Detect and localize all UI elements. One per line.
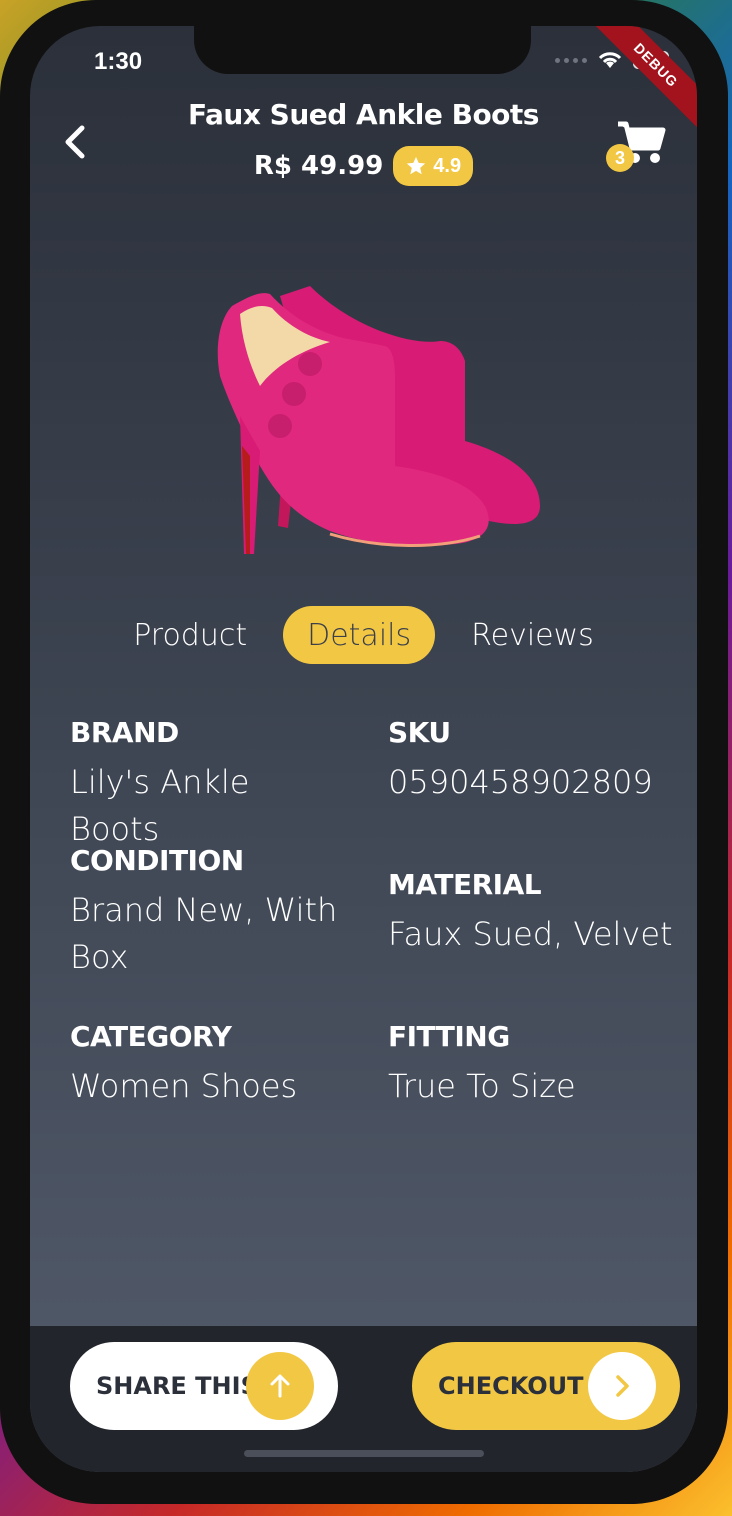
fitting-value: True To Size <box>388 1067 576 1105</box>
condition-value: Brand New, With Box <box>70 891 338 976</box>
category-label: CATEGORY <box>70 1020 232 1053</box>
tab-details[interactable]: Details <box>283 606 436 664</box>
chevron-right-icon <box>616 1375 629 1397</box>
product-title: Faux Sued Ankle Boots <box>188 98 539 131</box>
rating-badge: 4.9 <box>393 146 474 186</box>
checkout-button[interactable]: CHECKOUT <box>412 1342 680 1430</box>
sku-value: 0590458902809 <box>388 763 653 801</box>
material-value: Faux Sued, Velvet <box>388 915 673 953</box>
home-indicator <box>244 1450 484 1457</box>
fitting-label: FITTING <box>388 1020 510 1053</box>
star-icon <box>407 156 426 175</box>
category-value: Women Shoes <box>70 1067 298 1105</box>
checkout-circle <box>588 1352 656 1420</box>
detail-sku: SKU 0590458902809 <box>388 716 678 806</box>
wifi-icon <box>598 52 622 68</box>
share-circle <box>246 1352 314 1420</box>
tab-bar: Product Details Reviews <box>30 606 697 664</box>
signal-icon <box>555 57 587 63</box>
brand-label: BRAND <box>70 716 179 749</box>
tab-reviews[interactable]: Reviews <box>453 606 612 664</box>
material-label: MATERIAL <box>388 868 542 901</box>
product-price: R$ 49.99 <box>253 151 384 181</box>
detail-fitting: FITTING True To Size <box>388 1020 678 1110</box>
arrow-up-icon <box>270 1374 290 1398</box>
notch <box>194 26 531 74</box>
detail-category: CATEGORY Women Shoes <box>70 1020 340 1110</box>
brand-value: Lily's Ankle Boots <box>70 763 250 848</box>
detail-condition: CONDITION Brand New, With Box <box>70 844 340 981</box>
condition-label: CONDITION <box>70 844 244 877</box>
status-time: 1:30 <box>94 48 143 75</box>
cart-count-badge: 3 <box>606 144 634 172</box>
bottom-action-bar: SHARE THIS CHECKOUT <box>30 1326 697 1472</box>
app-screen: 1:30 DEBUG Faux Sued Ankle Boots R$ 49.9… <box>30 26 697 1472</box>
detail-brand: BRAND Lily's Ankle Boots <box>70 716 340 853</box>
share-label: SHARE THIS <box>96 1372 258 1400</box>
tab-product[interactable]: Product <box>115 606 265 664</box>
detail-material: MATERIAL Faux Sued, Velvet <box>388 868 678 958</box>
price-row: R$ 49.99 4.9 <box>30 146 697 186</box>
rating-value: 4.9 <box>433 154 462 177</box>
share-button[interactable]: SHARE THIS <box>70 1342 338 1430</box>
checkout-label: CHECKOUT <box>438 1372 584 1400</box>
product-image <box>217 286 540 554</box>
phone-frame: 1:30 DEBUG Faux Sued Ankle Boots R$ 49.9… <box>0 0 728 1504</box>
sku-label: SKU <box>388 716 451 749</box>
